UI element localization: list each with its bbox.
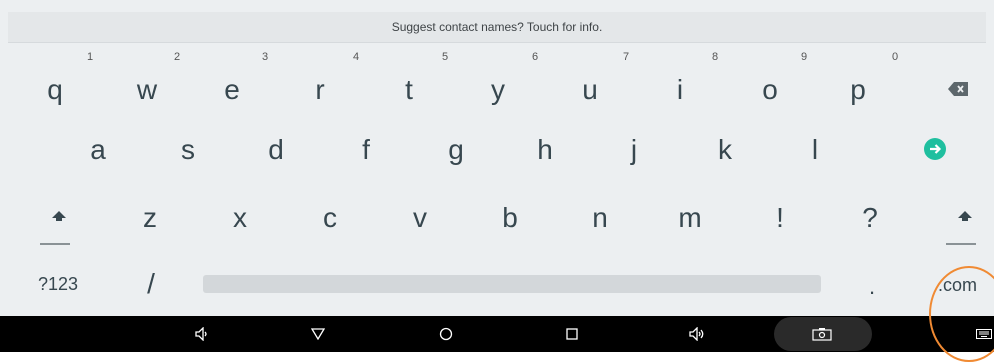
key-v[interactable]: v	[400, 198, 440, 238]
shift-underline	[946, 243, 976, 245]
key-exclamation[interactable]: !	[760, 198, 800, 238]
enter-arrow-icon	[924, 138, 946, 160]
key-k[interactable]: k	[705, 130, 745, 170]
key-m[interactable]: m	[670, 198, 710, 238]
key-b[interactable]: b	[490, 198, 530, 238]
key-e[interactable]: e	[212, 70, 252, 110]
shift-icon	[958, 211, 972, 221]
key-e-hint: 3	[262, 51, 269, 63]
shift-icon	[52, 211, 66, 221]
bottom-edge	[0, 352, 994, 362]
key-p[interactable]: p	[838, 70, 878, 110]
key-f[interactable]: f	[346, 130, 386, 170]
key-t[interactable]: t	[389, 70, 429, 110]
key-u[interactable]: u	[570, 70, 610, 110]
volume-up-icon[interactable]	[686, 316, 710, 352]
key-j[interactable]: j	[614, 130, 654, 170]
period-key[interactable]: .	[862, 272, 882, 302]
screenshot-icon	[810, 316, 834, 352]
key-w-hint: 2	[174, 51, 181, 63]
key-c[interactable]: c	[310, 198, 350, 238]
key-q[interactable]: q	[35, 70, 75, 110]
key-o[interactable]: o	[750, 70, 790, 110]
key-g[interactable]: g	[436, 130, 476, 170]
back-icon[interactable]	[306, 316, 330, 352]
enter-key[interactable]	[918, 132, 952, 166]
key-i-hint: 8	[712, 51, 719, 63]
key-w[interactable]: w	[127, 70, 167, 110]
key-s[interactable]: s	[168, 130, 208, 170]
key-r[interactable]: r	[300, 70, 340, 110]
backspace-icon	[948, 82, 968, 96]
key-y-hint: 6	[532, 51, 539, 63]
key-q-hint: 1	[87, 51, 94, 63]
key-i[interactable]: i	[660, 70, 700, 110]
recents-icon[interactable]	[560, 316, 584, 352]
key-p-hint: 0	[892, 51, 899, 63]
backspace-key[interactable]	[941, 72, 975, 106]
space-bar[interactable]	[203, 275, 821, 293]
key-o-hint: 9	[801, 51, 808, 63]
key-r-hint: 4	[353, 51, 360, 63]
key-t-hint: 5	[442, 51, 449, 63]
key-x[interactable]: x	[220, 198, 260, 238]
key-z[interactable]: z	[130, 198, 170, 238]
key-a[interactable]: a	[78, 130, 118, 170]
key-h[interactable]: h	[525, 130, 565, 170]
key-question[interactable]: ?	[850, 198, 890, 238]
key-d[interactable]: d	[256, 130, 296, 170]
navigation-bar	[0, 316, 994, 352]
suggestion-bar[interactable]: Suggest contact names? Touch for info.	[8, 12, 986, 43]
home-icon[interactable]	[434, 316, 458, 352]
shift-underline	[40, 243, 70, 245]
shift-key-right[interactable]	[946, 205, 986, 249]
slash-key[interactable]: /	[136, 266, 166, 302]
volume-down-icon[interactable]	[190, 316, 214, 352]
key-l[interactable]: l	[795, 130, 835, 170]
key-n[interactable]: n	[580, 198, 620, 238]
key-y[interactable]: y	[478, 70, 518, 110]
shift-key-left[interactable]	[40, 205, 80, 249]
symbols-key[interactable]: ?123	[28, 268, 88, 300]
key-u-hint: 7	[623, 51, 630, 63]
